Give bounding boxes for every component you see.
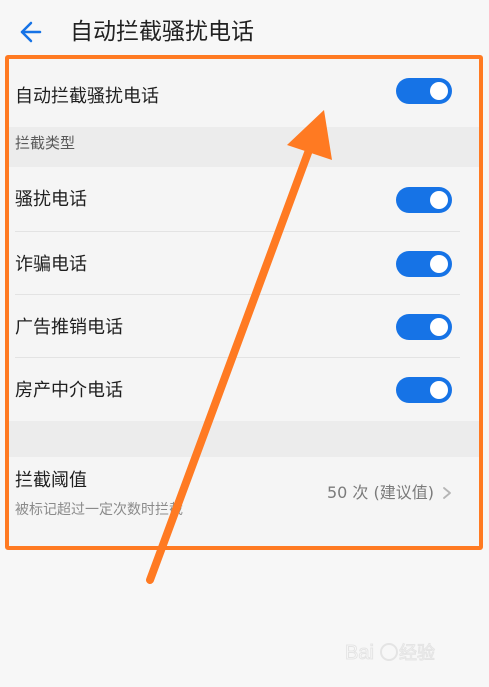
svg-text:经验: 经验 — [399, 643, 435, 663]
real-estate-call-toggle[interactable] — [396, 376, 452, 403]
section-block-types: 拦截类型 — [5, 127, 483, 167]
chevron-right-icon — [443, 487, 451, 499]
threshold-value: 50 次 (建议值) — [326, 483, 434, 502]
threshold-subtitle: 被标记超过一定次数时拦截 — [15, 502, 183, 518]
baidu-watermark-logo: Bai 经验 — [345, 642, 436, 665]
ads-call-toggle[interactable] — [396, 313, 452, 340]
type-row-spam[interactable]: 骚扰电话 — [5, 167, 483, 232]
auto-block-label: 自动拦截骚扰电话 — [15, 86, 159, 107]
threshold-title: 拦截阈值 — [15, 470, 87, 491]
page-title: 自动拦截骚扰电话 — [70, 19, 254, 45]
fraud-call-toggle[interactable] — [396, 250, 452, 277]
type-row-real-estate[interactable]: 房产中介电话 — [5, 358, 483, 421]
threshold-row[interactable]: 拦截阈值 被标记超过一定次数时拦截 50 次 (建议值) — [5, 457, 483, 550]
arrow-left-icon[interactable] — [14, 17, 44, 47]
svg-text:Bai: Bai — [345, 642, 374, 664]
auto-block-toggle[interactable] — [396, 78, 452, 104]
spam-call-toggle[interactable] — [396, 186, 452, 213]
type-label: 骚扰电话 — [15, 189, 87, 210]
top-app-bar: 自动拦截骚扰电话 — [0, 0, 489, 62]
section-title: 拦截类型 — [15, 134, 76, 152]
type-row-fraud[interactable]: 诈骗电话 — [5, 232, 483, 295]
type-row-ads[interactable]: 广告推销电话 — [5, 295, 483, 358]
type-label: 诈骗电话 — [15, 254, 87, 275]
settings-panel: 自动拦截骚扰电话 拦截类型 骚扰电话 诈骗电话 广告推销电话 房产中介电话 拦截… — [5, 55, 483, 550]
auto-block-row[interactable]: 自动拦截骚扰电话 — [5, 55, 483, 127]
type-label: 广告推销电话 — [15, 317, 123, 338]
section-spacer — [5, 421, 483, 457]
type-label: 房产中介电话 — [15, 380, 123, 401]
